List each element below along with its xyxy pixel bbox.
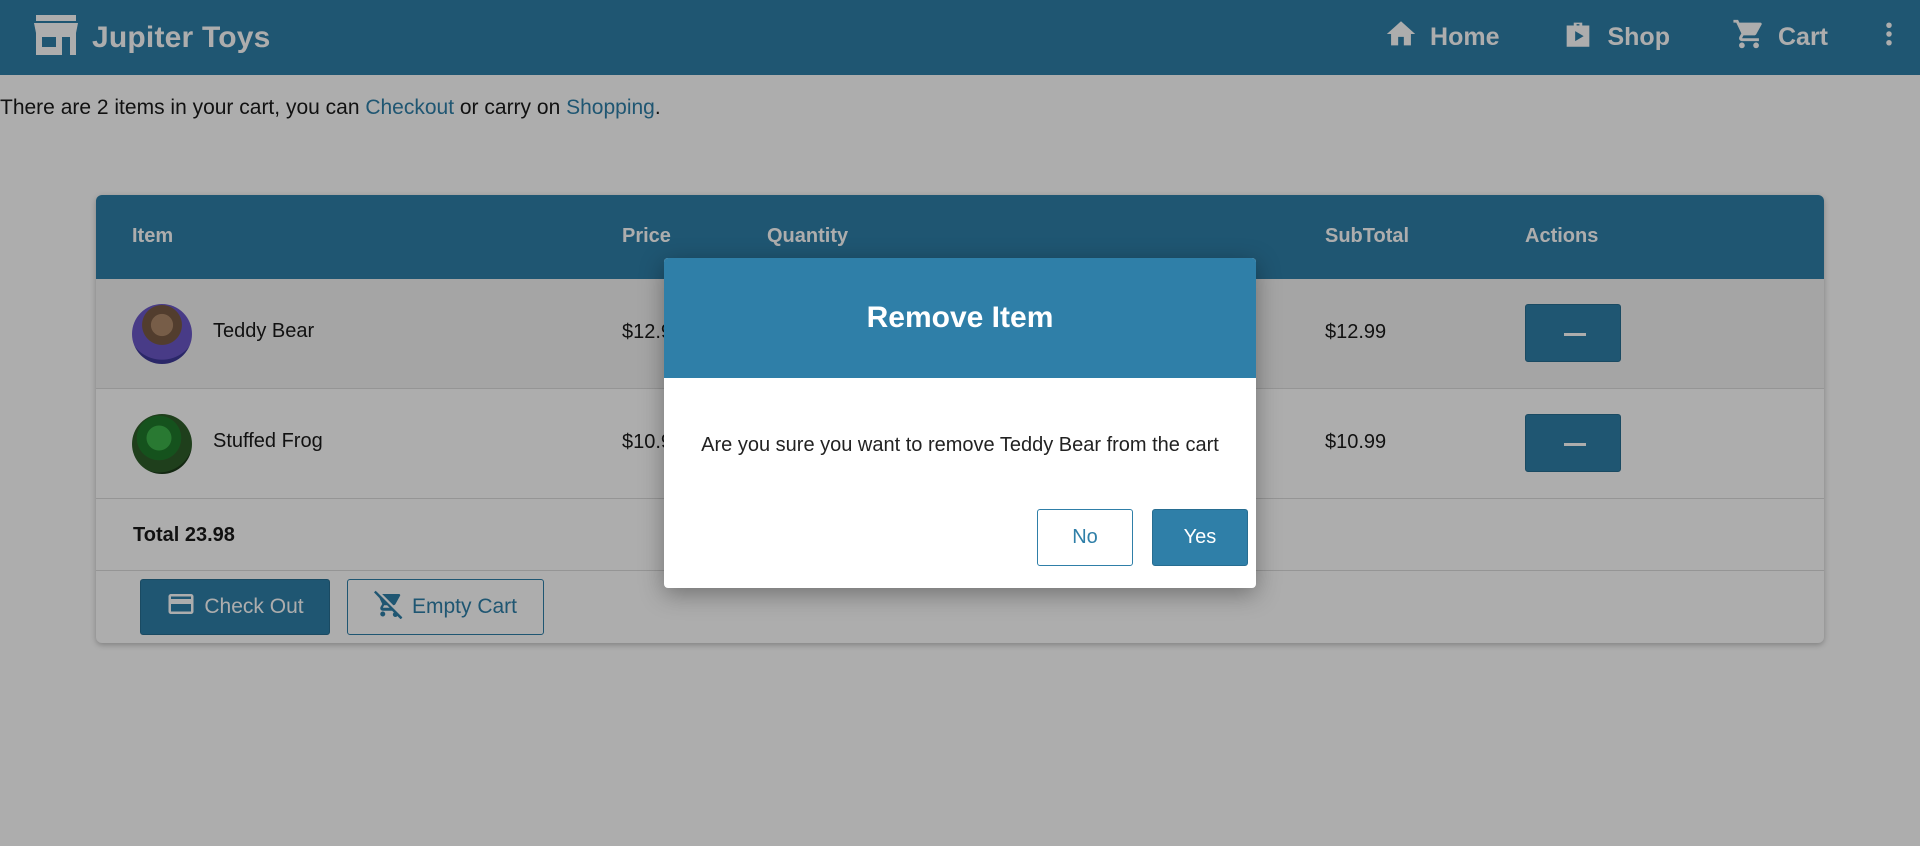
dialog-no-button[interactable]: No [1037, 509, 1133, 566]
remove-item-dialog: Remove Item Are you sure you want to rem… [664, 258, 1256, 588]
page: Jupiter Toys Home Shop Cart There are 2 … [0, 0, 1920, 846]
dialog-message: Are you sure you want to remove Teddy Be… [701, 434, 1219, 456]
dialog-header: Remove Item [664, 258, 1256, 378]
dialog-yes-button[interactable]: Yes [1152, 509, 1248, 566]
dialog-title: Remove Item [866, 301, 1054, 334]
